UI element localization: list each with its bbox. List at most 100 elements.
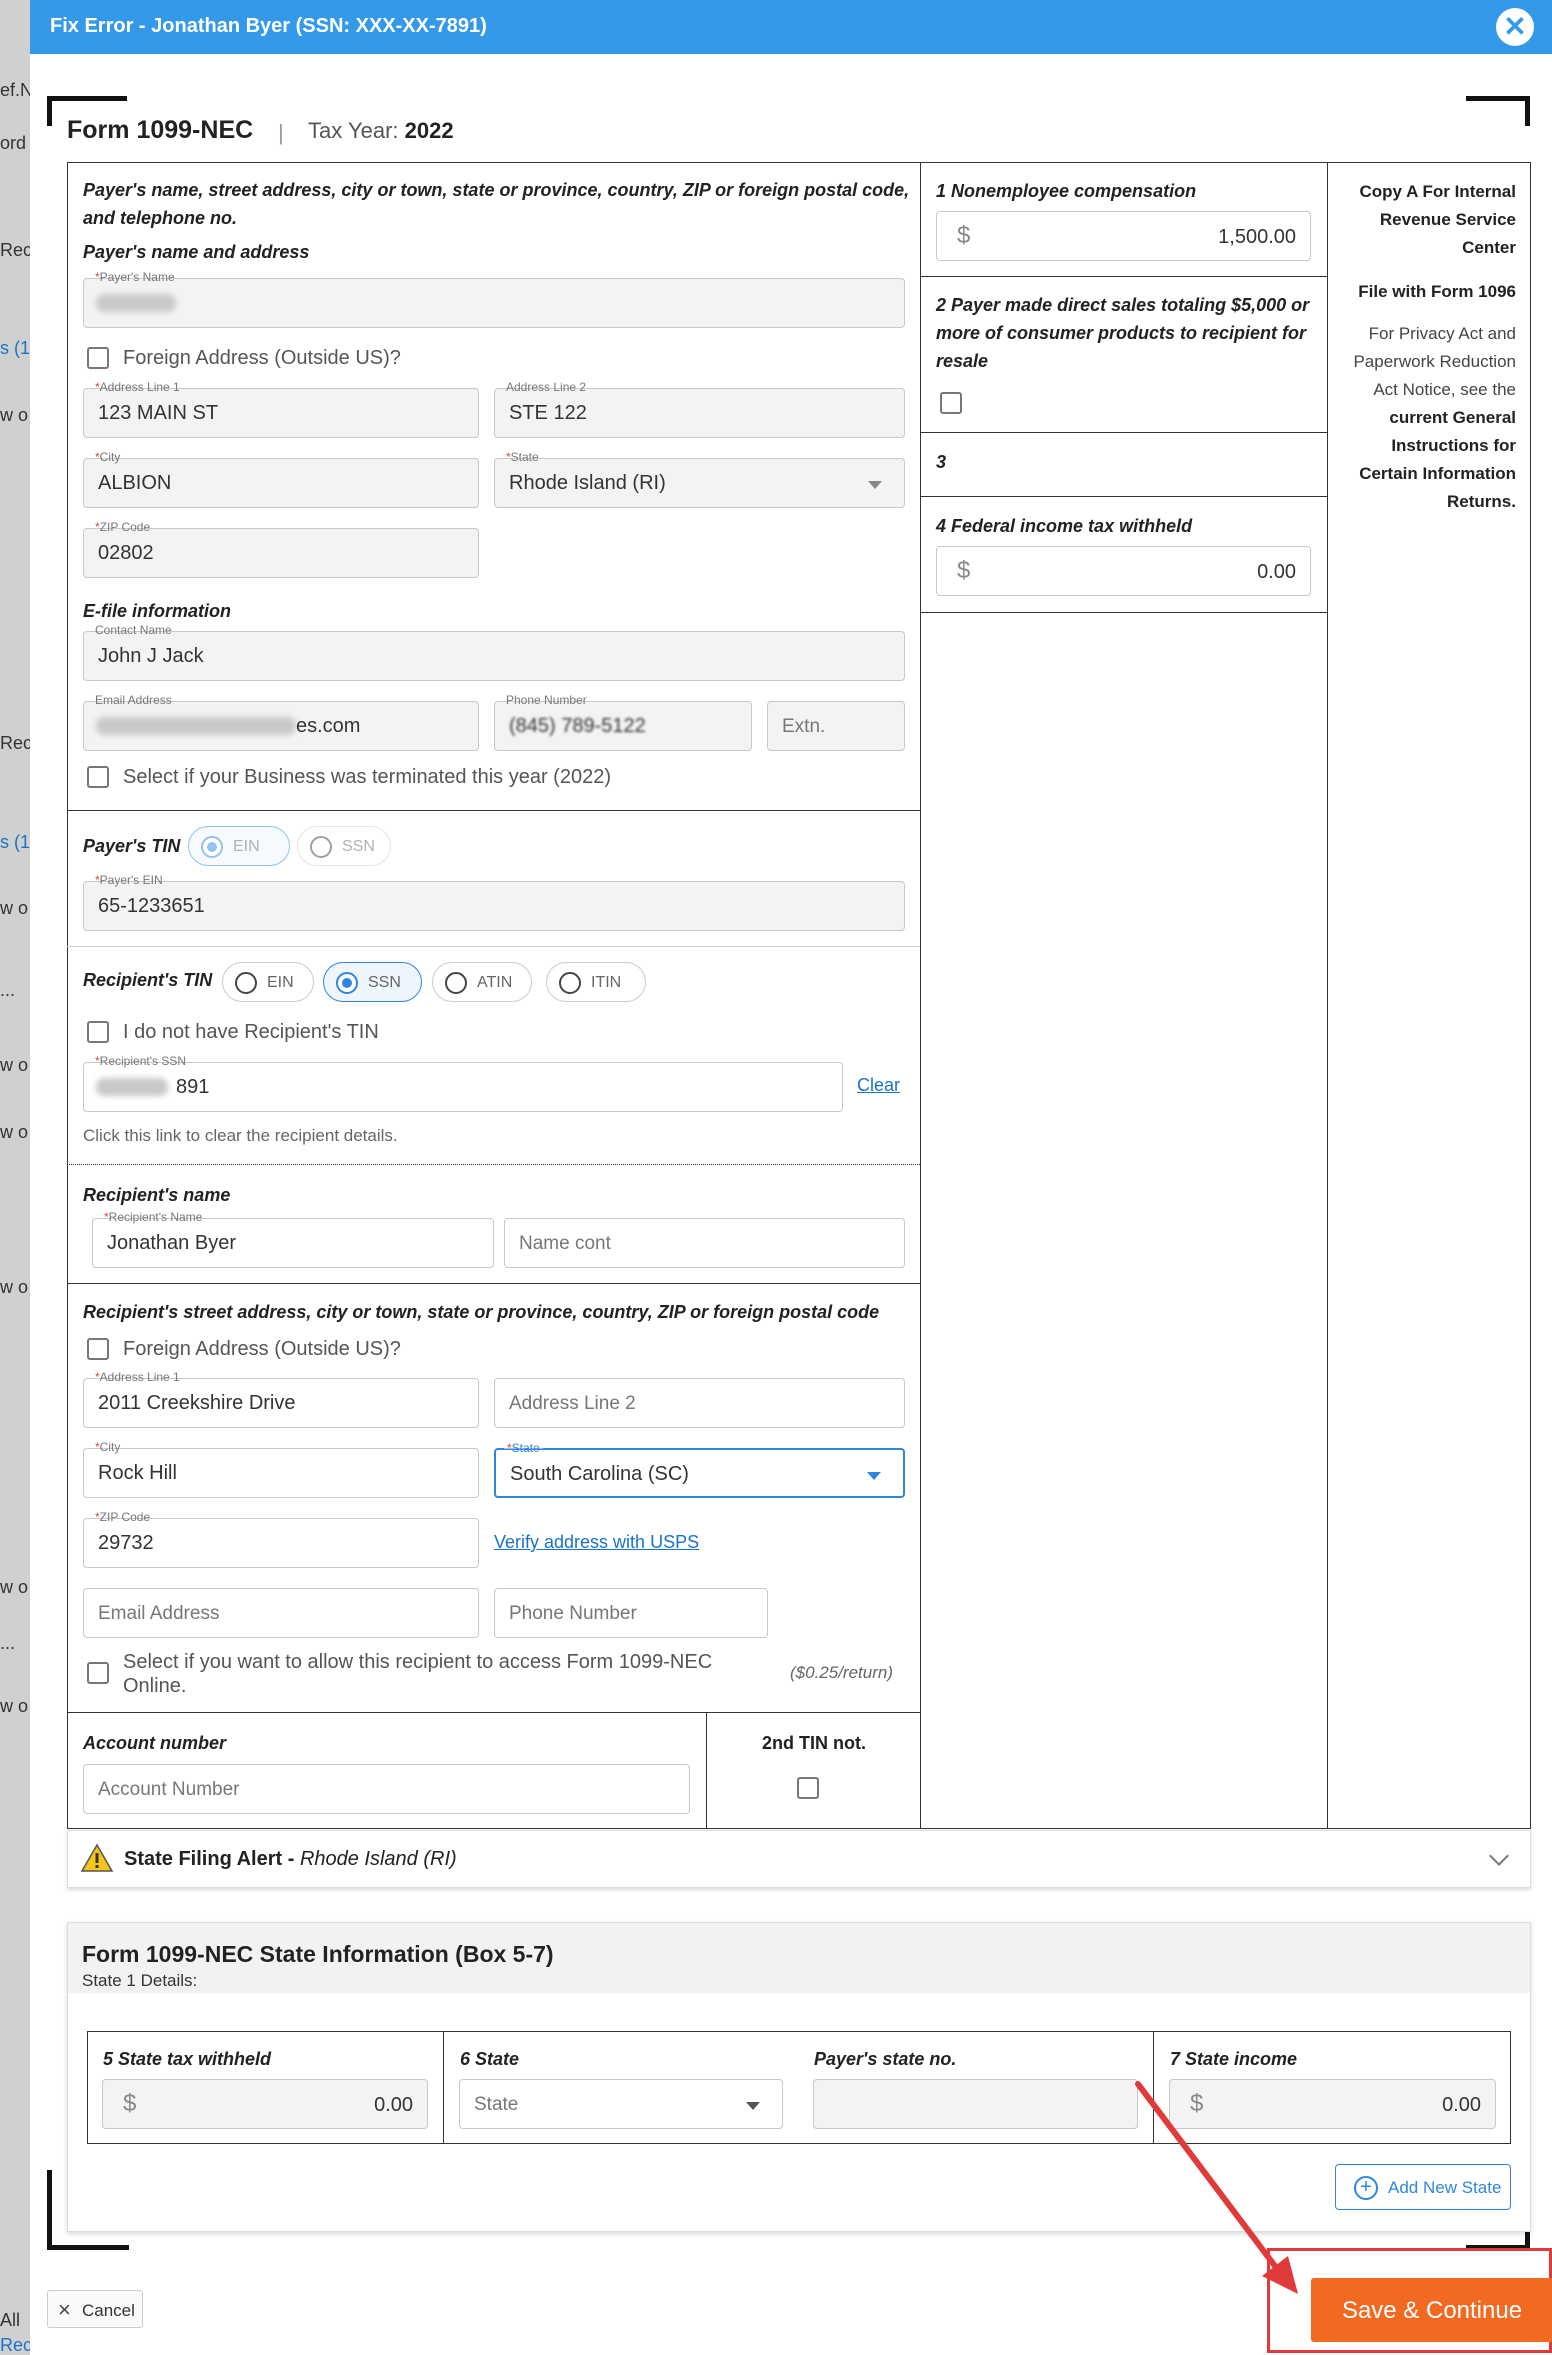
bg-fragment: w o [0,1277,29,1297]
close-icon[interactable]: ✕ [1496,8,1534,46]
recipient-tin-atin-radio[interactable]: ATIN [432,962,532,1002]
payer-tin-ein-radio[interactable]: EIN [188,826,290,866]
column-divider [443,2031,444,2144]
recipient-state-select[interactable]: *State South Carolina (SC) [494,1441,905,1498]
row-divider [67,810,920,811]
privacy-notice-text: For Privacy Act and Paperwork Reduction … [1353,324,1516,511]
box1-label: 1 Nonemployee compensation [936,181,1197,201]
payer-zip-field[interactable]: *ZIP Code 02802 [83,520,479,578]
recipient-address1-value: 2011 Creekshire Drive [98,1392,296,1414]
column-divider [1327,162,1328,1829]
recipient-tin-ein-radio[interactable]: EIN [222,962,314,1002]
redacted-text [96,294,176,312]
chevron-down-icon [867,1472,881,1480]
payer-city-field[interactable]: *City ALBION [83,450,479,508]
recipient-ssn-value: 891 [176,1076,210,1098]
box6-label: 6 State [460,2049,520,2069]
recipient-tin-itin-radio[interactable]: ITIN [546,962,646,1002]
box7-label: 7 State income [1170,2049,1298,2069]
add-new-state-button[interactable]: + Add New State [1335,2164,1511,2210]
payer-state-value: Rhode Island (RI) [509,472,666,494]
bg-fragment: ef.N [0,80,34,100]
recipient-name-section-label: Recipient's name [83,1185,231,1205]
contact-name-field[interactable]: Contact Name John J Jack [83,623,905,681]
box5-value: 0.00 [374,2094,413,2116]
online-access-price: ($0.25/return) [790,1663,893,1682]
save-and-continue-label: Save & Continue [1341,2297,1523,2324]
save-and-continue-button[interactable]: Save & Continue [1311,2278,1552,2342]
payer-address1-value: 123 MAIN ST [98,402,219,424]
warning-icon [80,1843,114,1872]
payer-ein-field[interactable]: *Payer's EIN 65-1233651 [83,873,905,931]
box4-field[interactable]: $ 0.00 [936,546,1311,596]
box2-checkbox[interactable] [940,392,962,414]
payer-foreign-address-checkbox[interactable] [87,347,109,369]
cancel-button[interactable]: × Cancel [47,2290,143,2328]
recipient-name-value: Jonathan Byer [107,1232,236,1254]
plus-icon: + [1354,2176,1378,2200]
box1-field[interactable]: $ 1,500.00 [936,211,1311,261]
recipient-ssn-field[interactable]: *Recipient's SSN 891 [83,1054,843,1112]
box6-state-select[interactable]: State [459,2079,783,2129]
state-filing-alert[interactable]: State Filing Alert - Rhode Island (RI) [67,1830,1531,1888]
payer-extn-field[interactable]: Extn. [767,701,905,751]
recipient-address1-field[interactable]: *Address Line 1 2011 Creekshire Drive [83,1370,479,1428]
payer-address2-field[interactable]: Address Line 2 STE 122 [494,380,905,438]
bg-fragment: w o [0,1696,29,1716]
second-tin-checkbox[interactable] [797,1777,819,1799]
row-divider [920,432,1327,433]
bg-fragment: ... [0,980,16,1000]
bg-fragment: ... [0,1633,16,1653]
payer-email-value: es.com [296,715,361,737]
recipient-state-value: South Carolina (SC) [510,1463,689,1485]
recipient-email-field[interactable]: Email Address [83,1588,479,1638]
online-access-label: Select if you want to allow this recipie… [123,1651,713,1697]
tax-year-value: 2022 [404,118,454,143]
state-info-subtitle: State 1 Details: [82,1971,198,1990]
payer-tin-ssn-radio[interactable]: SSN [297,826,391,866]
column-divider [706,1712,707,1829]
state-info-title: Form 1099-NEC State Information (Box 5-7… [82,1941,554,1967]
payer-name-field[interactable]: *Payer's Name [83,270,905,328]
clear-recipient-link[interactable]: Clear [857,1075,900,1096]
recipient-zip-field[interactable]: *ZIP Code 29732 [83,1510,479,1568]
corner-bracket [1466,96,1530,126]
bg-fragment: w o [0,405,29,425]
recipient-zip-value: 29732 [98,1532,154,1554]
recipient-foreign-address-label: Foreign Address (Outside US)? [123,1338,401,1360]
bg-fragment: w o [0,1122,29,1142]
extn-placeholder: Extn. [782,716,826,737]
recipient-name-cont-field[interactable]: Name cont [504,1218,905,1268]
recipient-city-field[interactable]: *City Rock Hill [83,1440,479,1498]
payer-state-no-label: Payer's state no. [814,2049,957,2069]
recipient-foreign-address-checkbox[interactable] [87,1338,109,1360]
no-recipient-tin-checkbox[interactable] [87,1021,109,1043]
tax-year-label: Tax Year: [308,118,399,143]
payer-address2-value: STE 122 [509,402,587,424]
verify-address-link[interactable]: Verify address with USPS [494,1532,699,1553]
payer-phone-field[interactable]: Phone Number (845) 789-5122 [494,693,752,751]
clear-hint: Click this link to clear the recipient d… [83,1126,398,1145]
payer-name-address-label: Payer's name and address [83,242,310,262]
cancel-label: Cancel [82,2301,135,2320]
recipient-address2-field[interactable]: Address Line 2 [494,1378,905,1428]
chevron-down-icon [746,2102,760,2110]
payer-address1-field[interactable]: *Address Line 1 123 MAIN ST [83,380,479,438]
box5-field[interactable]: $ 0.00 [102,2079,428,2129]
box5-label: 5 State tax withheld [103,2049,272,2069]
box4-value: 0.00 [1257,561,1296,583]
currency-symbol: $ [957,222,971,249]
recipient-tin-ssn-radio[interactable]: SSN [323,962,422,1002]
box1-value: 1,500.00 [1218,226,1296,248]
business-terminated-checkbox[interactable] [87,766,109,788]
recipient-name-field[interactable]: *Recipient's Name Jonathan Byer [92,1210,494,1268]
account-number-field[interactable]: Account Number [83,1764,690,1814]
recipient-phone-field[interactable]: Phone Number [494,1588,768,1638]
modal-header: Fix Error - Jonathan Byer (SSN: XXX-XX-7… [30,0,1552,54]
payer-email-field[interactable]: Email Address es.com [83,693,479,751]
payer-state-select[interactable]: *State Rhode Island (RI) [494,450,905,508]
chevron-down-icon[interactable] [1489,1846,1509,1866]
row-divider [67,1283,920,1284]
payer-state-no-field[interactable] [813,2079,1138,2129]
online-access-checkbox[interactable] [87,1662,109,1684]
